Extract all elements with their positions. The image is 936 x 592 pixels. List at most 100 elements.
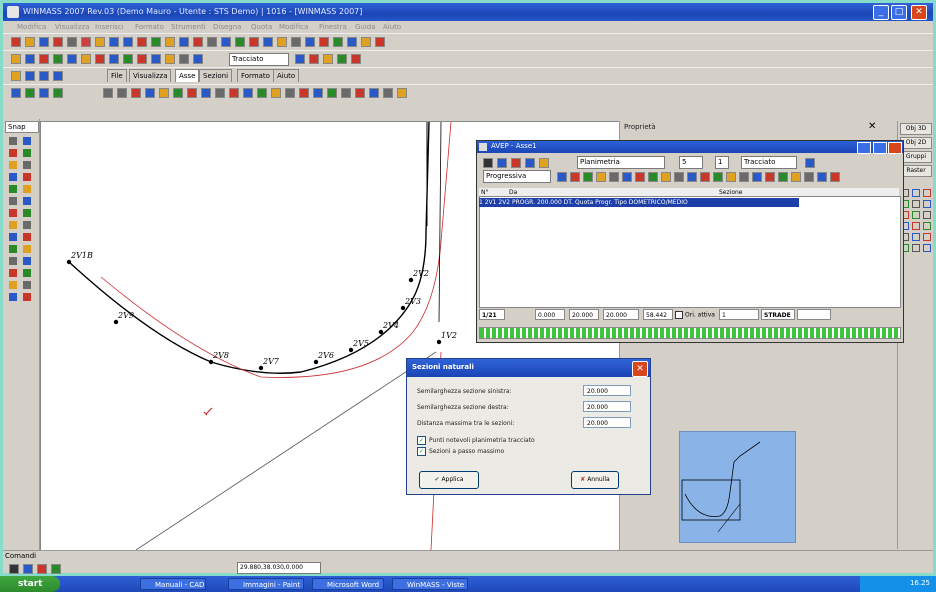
app-icon[interactable] [7, 6, 19, 18]
layer-icon[interactable] [11, 54, 21, 64]
vertex-marker[interactable] [258, 365, 264, 371]
grid-tool-icon[interactable] [557, 172, 567, 182]
axis-tool-icon[interactable] [313, 88, 323, 98]
grid-tool-icon[interactable] [622, 172, 632, 182]
paste-icon[interactable] [95, 37, 105, 47]
pencil-icon[interactable] [137, 37, 147, 47]
progressive-select[interactable]: Progressiva [483, 170, 551, 183]
pan-icon[interactable] [361, 37, 371, 47]
vertex-marker[interactable] [208, 359, 214, 365]
grid-col-header[interactable]: Sezione [719, 189, 742, 196]
array-icon[interactable] [151, 54, 161, 64]
scale-icon[interactable] [67, 54, 77, 64]
grid-tool-icon[interactable] [511, 158, 521, 168]
status-tool-icon[interactable] [51, 564, 61, 574]
undo-icon[interactable] [109, 37, 119, 47]
open-icon[interactable] [25, 37, 35, 47]
table-row-selected[interactable]: 1 2V1 2V2 PROGR. 200.000 DT. Quota Progr… [479, 198, 799, 207]
tab-formato[interactable]: Formato [237, 69, 274, 82]
axis-tool-icon[interactable] [327, 88, 337, 98]
window-titlebar[interactable]: WINMASS 2007 Rev.03 (Demo Mauro - Utente… [3, 3, 933, 21]
draw-tool-icon[interactable] [23, 173, 31, 181]
fillet-icon[interactable] [137, 54, 147, 64]
grid-tool-icon[interactable] [687, 172, 697, 182]
lock-icon[interactable] [193, 54, 203, 64]
semilarghezza-sinistra-input[interactable]: 20.000 [583, 385, 631, 396]
erase-icon[interactable] [179, 54, 189, 64]
footer-field[interactable]: 20.000 [569, 309, 599, 320]
axis-tool-icon[interactable] [229, 88, 239, 98]
print-icon[interactable] [53, 37, 63, 47]
menu-item[interactable]: Formato [135, 23, 164, 31]
checkbox-box[interactable]: ✓ [417, 447, 426, 456]
value-select-a[interactable]: 5 [679, 156, 703, 169]
footer-field[interactable]: 20.000 [603, 309, 639, 320]
status-tool-icon[interactable] [37, 564, 47, 574]
object-tool-icon[interactable] [923, 200, 931, 208]
ori-attiva-checkbox[interactable]: Ori. attiva [675, 311, 715, 319]
draw-tool-icon[interactable] [23, 245, 31, 253]
view-icon[interactable] [25, 54, 35, 64]
empty-field[interactable] [797, 309, 831, 320]
vertex-marker[interactable] [378, 329, 384, 335]
object-tool-icon[interactable] [912, 211, 920, 219]
obj3d-button[interactable]: Obj 3D [900, 123, 932, 135]
menu-item[interactable]: Visualizza [55, 23, 89, 31]
punti-notevoli-checkbox[interactable]: ✓ Punti notevoli planimetria tracciato [417, 436, 535, 445]
object-tool-icon[interactable] [912, 233, 920, 241]
draw-tool-icon[interactable] [9, 149, 17, 157]
grid-tool-icon[interactable] [609, 172, 619, 182]
obj2d-button[interactable]: Obj 2D [900, 137, 932, 149]
grid-col-header[interactable]: Da [509, 189, 517, 196]
object-tool-icon[interactable] [912, 244, 920, 252]
zoom-icon[interactable] [347, 37, 357, 47]
circle-icon[interactable] [193, 37, 203, 47]
draw-tool-icon[interactable] [9, 209, 17, 217]
grid-tool-icon[interactable] [752, 172, 762, 182]
text-icon[interactable] [207, 37, 217, 47]
offset-icon[interactable] [95, 54, 105, 64]
grid-tool-icon[interactable] [674, 172, 684, 182]
draw-tool-icon[interactable] [23, 209, 31, 217]
object-tool-icon[interactable] [912, 222, 920, 230]
grid-tool-icon[interactable] [713, 172, 723, 182]
cancel-button[interactable]: ✘ Annulla [571, 471, 619, 489]
checkbox-box[interactable]: ✓ [417, 436, 426, 445]
planimetria-select[interactable]: Planimetria [577, 156, 665, 169]
grid-table[interactable] [479, 196, 901, 308]
arc-icon[interactable] [165, 37, 175, 47]
axis-tool-icon[interactable] [383, 88, 393, 98]
style-icon[interactable] [337, 54, 347, 64]
new-icon[interactable] [11, 37, 21, 47]
object-tool-icon[interactable] [923, 189, 931, 197]
save-icon[interactable] [39, 37, 49, 47]
linetype-icon[interactable] [309, 54, 319, 64]
draw-tool-icon[interactable] [9, 257, 17, 265]
menu-item[interactable]: Modifica [279, 23, 308, 31]
draw-tool-icon[interactable] [23, 281, 31, 289]
axis-tool-icon[interactable] [271, 88, 281, 98]
block-icon[interactable] [249, 37, 259, 47]
menu-item[interactable]: Aiuto [383, 23, 401, 31]
grid-tool-icon[interactable] [539, 158, 549, 168]
menu-item[interactable]: Strumenti [171, 23, 206, 31]
axis-tool-icon[interactable] [299, 88, 309, 98]
grid-maximize-button[interactable] [873, 142, 887, 154]
raster-button[interactable]: Raster [900, 165, 932, 177]
axis-tool-icon[interactable] [243, 88, 253, 98]
value-select-b[interactable]: 1 [715, 156, 729, 169]
menu-item[interactable]: Inserisci [95, 23, 124, 31]
grid-minimize-button[interactable] [857, 142, 871, 154]
grid-tool-icon[interactable] [635, 172, 645, 182]
draw-tool-icon[interactable] [9, 173, 17, 181]
draw-tool-icon[interactable] [23, 293, 31, 301]
grid-tool-icon[interactable] [497, 158, 507, 168]
checkbox-box[interactable] [675, 311, 683, 319]
draw-tool-icon[interactable] [23, 185, 31, 193]
snap-panel-header[interactable]: Snap [5, 121, 39, 133]
grid-tool-icon[interactable] [596, 172, 606, 182]
vertex-marker[interactable] [113, 319, 119, 325]
axis-tool-icon[interactable] [187, 88, 197, 98]
taskbar-item[interactable]: WinMASS - Viste [392, 578, 468, 590]
axis-tool-icon[interactable] [355, 88, 365, 98]
